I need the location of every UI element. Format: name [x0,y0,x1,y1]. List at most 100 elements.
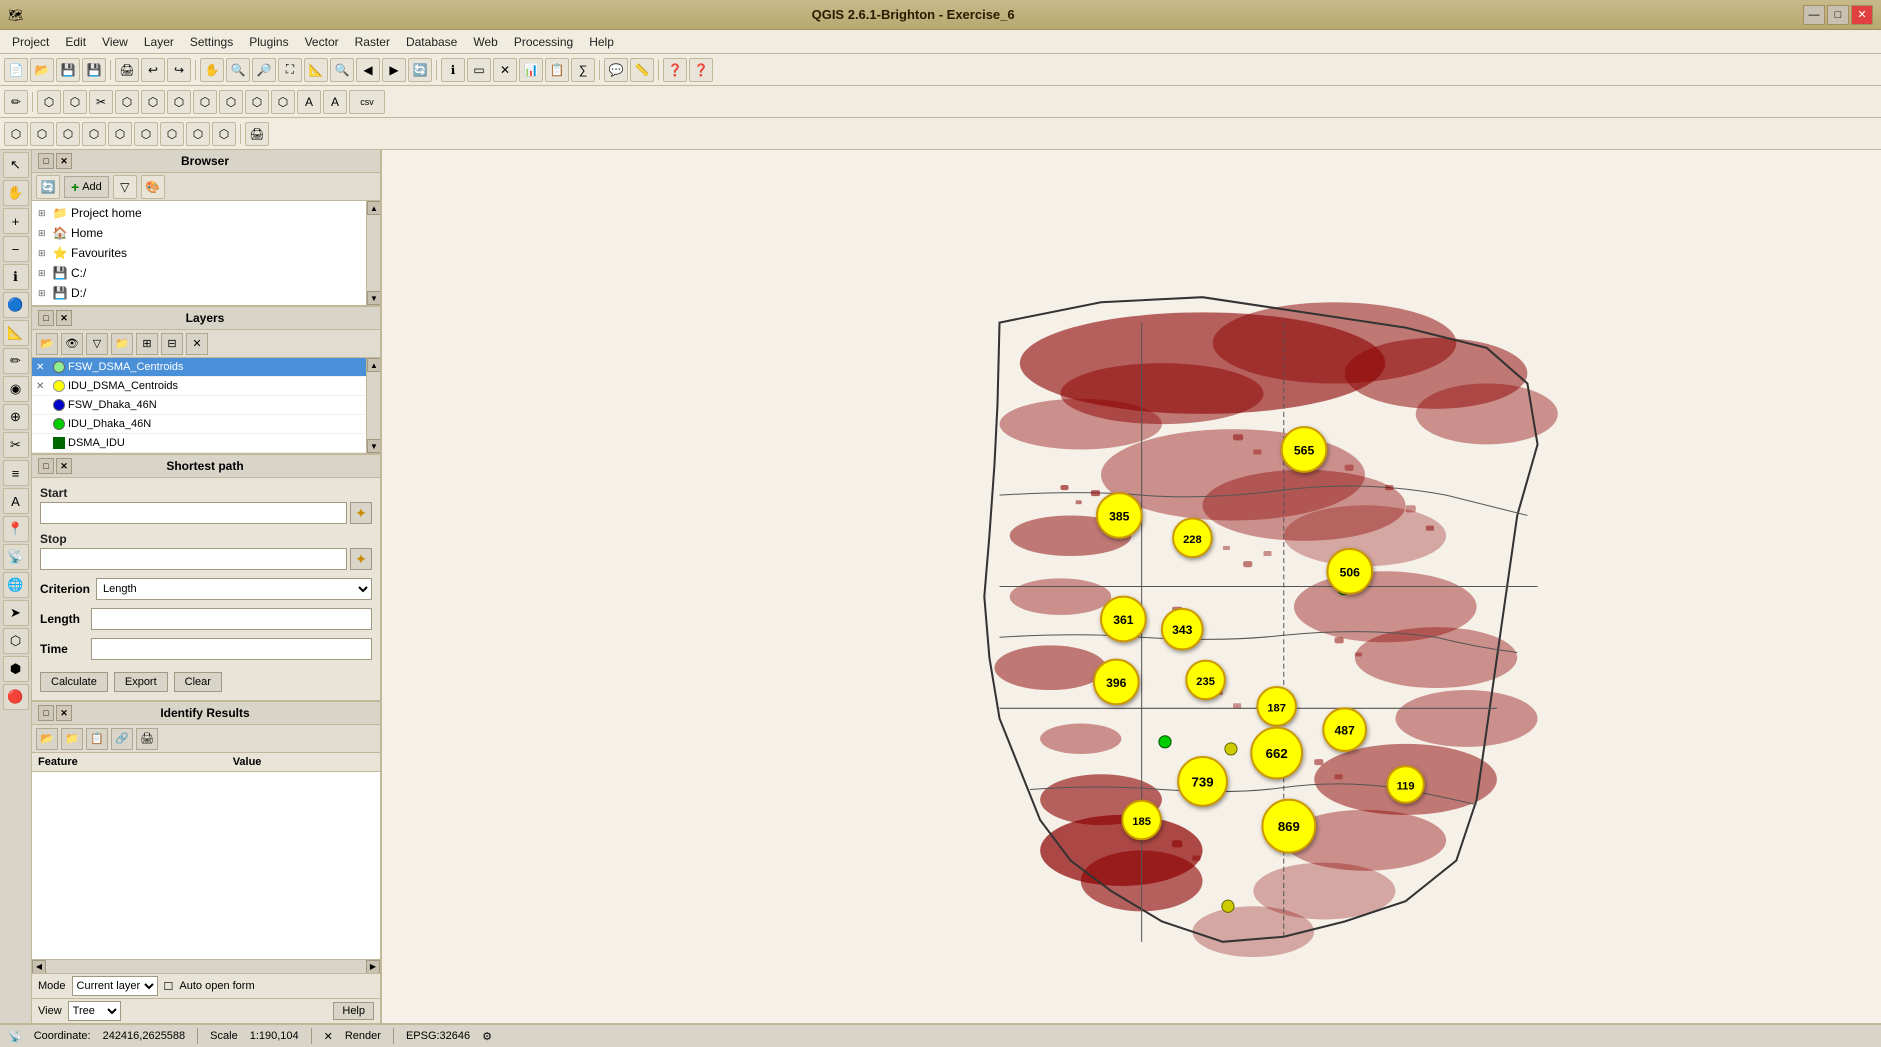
tool-select[interactable]: ↖ [3,152,29,178]
scroll-up-btn[interactable]: ▲ [367,358,380,372]
scroll-right-btn[interactable]: ▶ [366,960,380,974]
copy-html-btn[interactable]: 🔗 [111,728,133,750]
print-btn[interactable]: 🖨 [115,58,139,82]
scroll-left-btn[interactable]: ◀ [32,960,46,974]
length-value[interactable] [91,608,372,630]
layer-btn3[interactable]: ⬡ [56,122,80,146]
edit-toggle-btn[interactable]: ✏ [4,90,28,114]
time-value[interactable] [91,638,372,660]
view-select[interactable]: Tree Table Graph [68,1001,121,1021]
maximize-button[interactable]: □ [1827,5,1849,25]
minimize-button[interactable]: — [1803,5,1825,25]
tree-home[interactable]: ⊞ 🏠 Home [34,223,364,243]
digitize-5[interactable]: ⬡ [141,90,165,114]
scroll-track[interactable] [367,372,380,439]
remove-layer-btn[interactable]: ✕ [186,333,208,355]
tool-gps[interactable]: 📡 [3,544,29,570]
tool-custom1[interactable]: ⬡ [3,628,29,654]
layer-btn5[interactable]: ⬡ [108,122,132,146]
tool-wms[interactable]: 🌐 [3,572,29,598]
menu-project[interactable]: Project [4,33,57,51]
digitize-2[interactable]: ⬡ [63,90,87,114]
identify-close-btn[interactable]: ✕ [56,705,72,721]
criterion-select[interactable]: Length Time [96,578,372,600]
tool-zoom-in[interactable]: + [3,208,29,234]
zoom-layer-btn[interactable]: 📐 [304,58,328,82]
browser-scrollbar[interactable]: ▲ ▼ [366,201,380,305]
measure-btn[interactable]: 📏 [630,58,654,82]
export-btn[interactable]: Export [114,672,168,692]
label-btn[interactable]: A [297,90,321,114]
scroll-down-btn[interactable]: ▼ [367,291,380,305]
close-button[interactable]: ✕ [1851,5,1873,25]
tool-pin[interactable]: 📍 [3,516,29,542]
refresh-btn[interactable]: 🔄 [408,58,432,82]
tool-custom2[interactable]: ⬢ [3,656,29,682]
undo-btn[interactable]: ↩ [141,58,165,82]
new-project-btn[interactable]: 📄 [4,58,28,82]
layer-btn2[interactable]: ⬡ [30,122,54,146]
browser-add-btn[interactable]: + Add [64,176,109,198]
calculate-btn[interactable]: Calculate [40,672,108,692]
browser-close-btn[interactable]: ✕ [56,153,72,169]
map-area[interactable]: 565 385 228 506 361 343 396 [382,150,1881,1023]
menu-vector[interactable]: Vector [297,33,347,51]
menu-edit[interactable]: Edit [57,33,94,51]
browser-float-btn[interactable]: □ [38,153,54,169]
layer-idu-dsma-centroids[interactable]: ✕ IDU_DSMA_Centroids [32,377,366,396]
crs-settings-icon[interactable]: ⚙ [482,1030,492,1043]
tree-d-drive[interactable]: ⊞ 💾 D:/ [34,283,364,303]
tool-node[interactable]: ◉ [3,376,29,402]
digitize-10[interactable]: ⬡ [271,90,295,114]
menu-settings[interactable]: Settings [182,33,241,51]
digitize-8[interactable]: ⬡ [219,90,243,114]
digitize-1[interactable]: ⬡ [37,90,61,114]
open-layer-btn[interactable]: 📂 [36,333,58,355]
collapse-tree-btn[interactable]: 📁 [61,728,83,750]
tree-c-drive[interactable]: ⊞ 💾 C:/ [34,263,364,283]
tool-measure[interactable]: 📐 [3,320,29,346]
layer-fsw-dhaka[interactable]: FSW_Dhaka_46N [32,396,366,415]
browser-colors-btn[interactable]: 🎨 [141,175,165,199]
digitize-6[interactable]: ⬡ [167,90,191,114]
layers-float-btn[interactable]: □ [38,310,54,326]
print-btn2[interactable]: 🖨 [136,728,158,750]
tool-info[interactable]: 🔵 [3,292,29,318]
csv-btn[interactable]: csv [349,90,385,114]
scroll-track[interactable] [367,215,380,291]
tree-project-home[interactable]: ⊞ 📁 Project home [34,203,364,223]
digitize-4[interactable]: ⬡ [115,90,139,114]
add-group-btn[interactable]: 📁 [111,333,133,355]
tree-favourites[interactable]: ⊞ ⭐ Favourites [34,243,364,263]
zoom-next-btn[interactable]: ▶ [382,58,406,82]
menu-raster[interactable]: Raster [347,33,398,51]
layer-btn7[interactable]: ⬡ [160,122,184,146]
tool-identify[interactable]: ℹ [3,264,29,290]
save-btn[interactable]: 💾 [56,58,80,82]
layer-btn10[interactable]: 🖨 [245,122,269,146]
deselect-btn[interactable]: ✕ [493,58,517,82]
tool-add-feat[interactable]: ⊕ [3,404,29,430]
layer-btn6[interactable]: ⬡ [134,122,158,146]
layers-scrollbar[interactable]: ▲ ▼ [366,358,380,453]
label-btn2[interactable]: A [323,90,347,114]
layer-dsma-idu[interactable]: DSMA_IDU [32,434,366,453]
menu-view[interactable]: View [94,33,136,51]
open-btn[interactable]: 📂 [30,58,54,82]
sp-close-btn[interactable]: ✕ [56,458,72,474]
sp-float-btn[interactable]: □ [38,458,54,474]
mode-select[interactable]: Current layer Top down All layers [72,976,158,996]
expand-all-btn[interactable]: ⊞ [136,333,158,355]
whats-this-btn[interactable]: ❓ [689,58,713,82]
zoom-out-btn[interactable]: 🔎 [252,58,276,82]
start-input[interactable] [40,502,347,524]
tool-label[interactable]: A [3,488,29,514]
start-pick-btn[interactable]: ✦ [350,502,372,524]
tool-edit[interactable]: ✏ [3,348,29,374]
scroll-up-btn[interactable]: ▲ [367,201,380,215]
pan-btn[interactable]: ✋ [200,58,224,82]
stop-pick-btn[interactable]: ✦ [350,548,372,570]
menu-processing[interactable]: Processing [506,33,581,51]
browser-filter-btn[interactable]: ▽ [113,175,137,199]
identify-help-btn[interactable]: Help [333,1002,374,1020]
